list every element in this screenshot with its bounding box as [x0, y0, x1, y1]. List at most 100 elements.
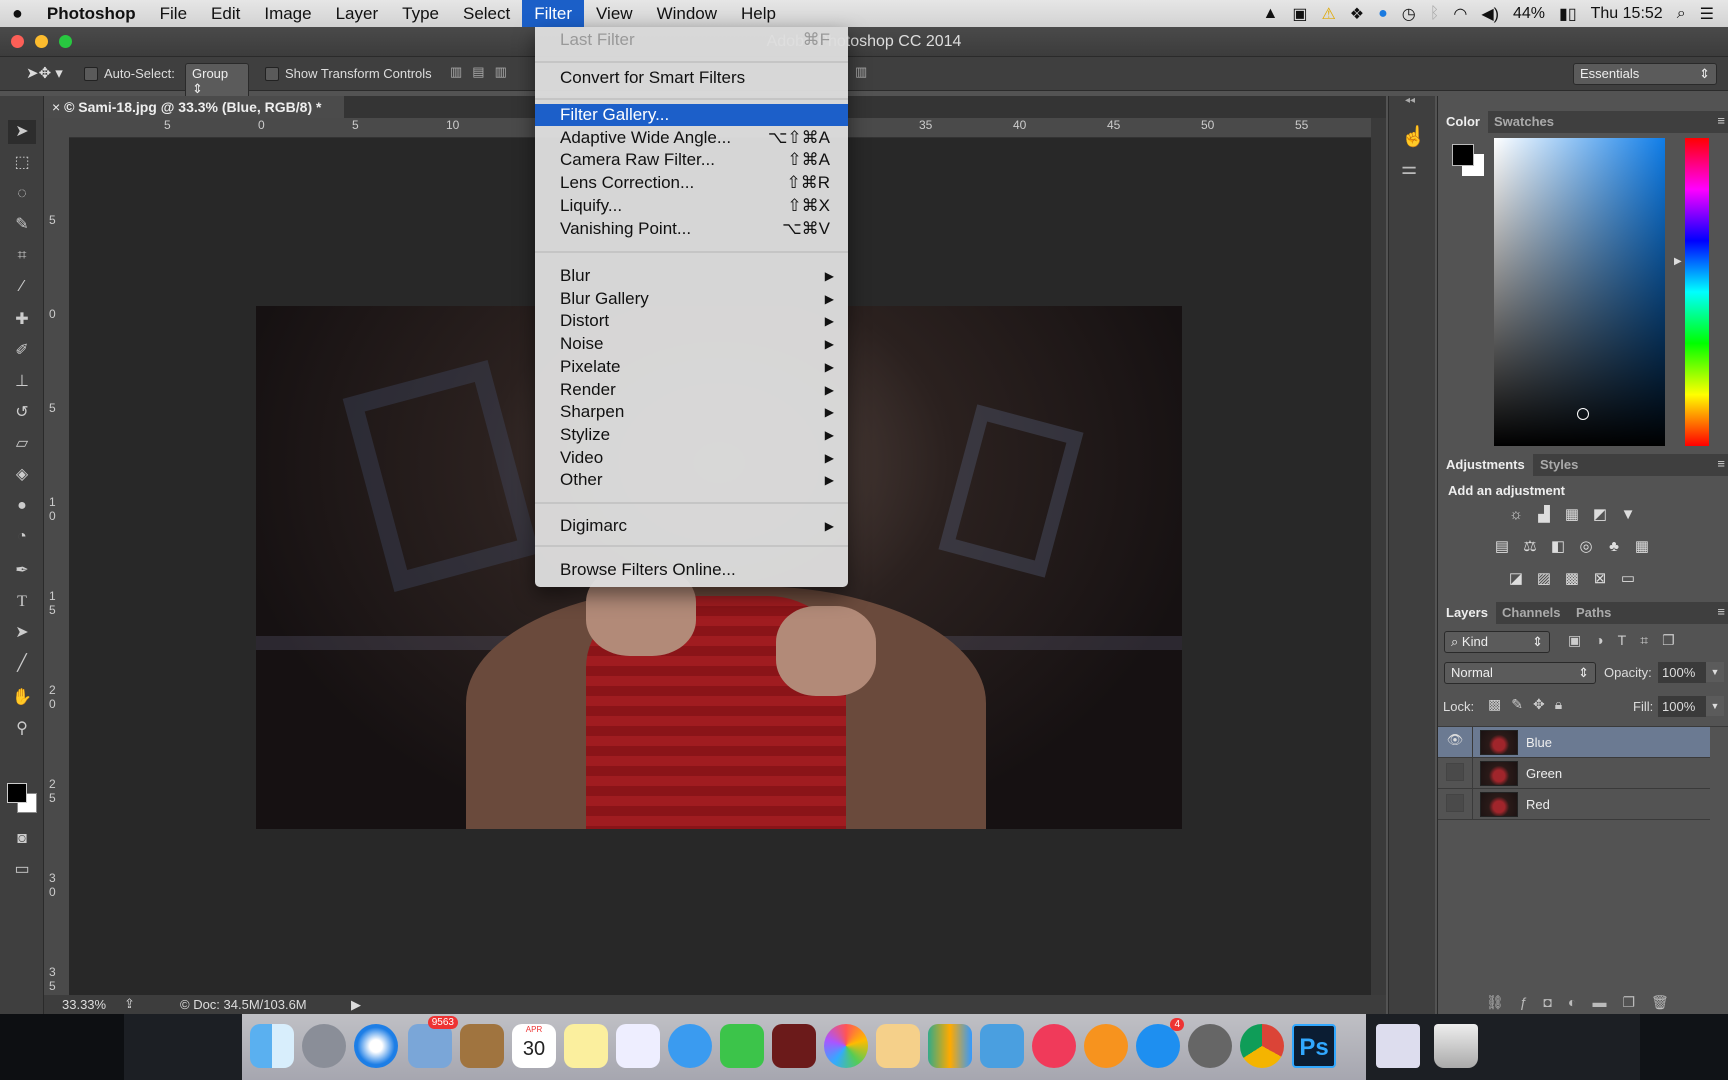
auto-select-dropdown[interactable]: Group ⇕ — [185, 63, 249, 100]
pages-icon[interactable] — [876, 1024, 920, 1068]
menu-item-convert-smart-filters[interactable]: Convert for Smart Filters — [535, 67, 848, 89]
tab-swatches[interactable]: Swatches — [1486, 111, 1562, 133]
stamp-tool-icon[interactable]: ⊥ — [8, 370, 36, 394]
panel-menu-icon[interactable]: ≡ — [1717, 113, 1725, 128]
collapse-panels-icon[interactable]: ◂◂ — [1405, 95, 1415, 106]
menu-edit[interactable]: Edit — [199, 0, 252, 27]
layer-row[interactable]: Green — [1438, 758, 1710, 789]
menu-type[interactable]: Type — [390, 0, 451, 27]
color-foreground-swatch[interactable] — [1452, 144, 1474, 166]
menu-item-liquify[interactable]: Liquify... ⇧⌘X — [535, 195, 848, 217]
blend-mode-dropdown[interactable]: Normal ⇕ — [1444, 662, 1596, 684]
hue-saturation-icon[interactable]: ▤ — [1492, 538, 1512, 556]
healing-tool-icon[interactable]: ✚ — [8, 308, 36, 332]
safari-icon[interactable] — [354, 1024, 398, 1068]
menu-item-render[interactable]: Render ▶ — [535, 379, 848, 401]
history-brush-tool-icon[interactable]: ↺ — [8, 401, 36, 425]
menu-item-pixelate[interactable]: Pixelate ▶ — [535, 356, 848, 378]
align-icons[interactable]: ▥▤▥ — [450, 64, 517, 80]
black-white-icon[interactable]: ◧ — [1548, 538, 1568, 556]
document-tab[interactable]: × © Sami-18.jpg @ 33.3% (Blue, RGB/8) * — [44, 96, 344, 118]
type-tool-icon[interactable]: T — [8, 590, 36, 614]
battery-icon[interactable]: ▮▯ — [1559, 4, 1577, 24]
visibility-toggle[interactable] — [1446, 794, 1464, 812]
wifi-icon[interactable]: ◠ — [1453, 4, 1467, 24]
pen-tool-icon[interactable]: ✒ — [8, 559, 36, 583]
canvas-scrollbar[interactable] — [1371, 118, 1386, 996]
color-picker-field[interactable] — [1494, 138, 1665, 446]
menu-item-stylize[interactable]: Stylize ▶ — [535, 424, 848, 446]
lasso-tool-icon[interactable]: ◌ — [8, 182, 36, 206]
line-tool-icon[interactable]: ╱ — [8, 652, 36, 676]
menu-file[interactable]: File — [148, 0, 199, 27]
numbers-icon[interactable] — [928, 1024, 972, 1068]
posterize-icon[interactable]: ▨ — [1534, 570, 1554, 588]
lock-icons[interactable]: ▩✎✥🔒︎ — [1488, 696, 1572, 713]
menu-item-digimarc[interactable]: Digimarc ▶ — [535, 515, 848, 537]
photo-booth-icon[interactable] — [772, 1024, 816, 1068]
tab-color[interactable]: Color — [1438, 111, 1488, 133]
brush-tool-icon[interactable]: ✐ — [8, 339, 36, 363]
layer-row[interactable]: 👁︎ Blue — [1438, 727, 1710, 758]
layer-footer-icons[interactable]: ⛓ƒ◘◐▬❐🗑︎ — [1486, 994, 1685, 1011]
menu-select[interactable]: Select — [451, 0, 522, 27]
menu-filter[interactable]: Filter — [522, 0, 585, 27]
menu-image[interactable]: Image — [252, 0, 323, 27]
launchpad-icon[interactable] — [302, 1024, 346, 1068]
menu-item-browse-filters-online[interactable]: Browse Filters Online... — [535, 559, 848, 581]
history-panel-icon[interactable]: ☝ — [1401, 124, 1426, 149]
marquee-tool-icon[interactable]: ⬚ — [8, 151, 36, 175]
menu-help[interactable]: Help — [729, 0, 788, 27]
bluetooth-icon[interactable]: ᛒ — [1430, 5, 1440, 23]
menu-app[interactable]: Photoshop — [35, 0, 148, 27]
keynote-icon[interactable] — [980, 1024, 1024, 1068]
quick-mask-icon[interactable]: ◙ — [8, 827, 36, 851]
blur-tool-icon[interactable]: ● — [8, 494, 36, 518]
menu-item-distort[interactable]: Distort ▶ — [535, 310, 848, 332]
gradient-map-icon[interactable]: ▭ — [1618, 570, 1638, 588]
menu-item-blur[interactable]: Blur ▶ — [535, 265, 848, 287]
distribute-icon[interactable]: ▥ — [855, 64, 867, 80]
zoom-tool-icon[interactable]: ⚲ — [8, 717, 36, 741]
auto-select-checkbox[interactable] — [84, 67, 98, 81]
opacity-field[interactable]: 100% — [1658, 662, 1706, 683]
path-select-tool-icon[interactable]: ➤ — [8, 621, 36, 645]
zoom-level[interactable]: 33.33% — [62, 997, 106, 1012]
color-picker-cursor[interactable] — [1577, 408, 1589, 420]
notes-icon[interactable] — [564, 1024, 608, 1068]
menu-item-blur-gallery[interactable]: Blur Gallery ▶ — [535, 288, 848, 310]
dropbox-icon[interactable]: ❖ — [1350, 4, 1364, 24]
spotlight-icon[interactable]: ⌕ — [1677, 5, 1686, 23]
layer-filter-dropdown[interactable]: ⌕ Kind ⇕ — [1444, 631, 1550, 653]
photo-filter-icon[interactable]: ◎ — [1576, 538, 1596, 556]
visibility-toggle[interactable] — [1446, 763, 1464, 781]
menu-item-lens-correction[interactable]: Lens Correction... ⇧⌘R — [535, 172, 848, 194]
panel-menu-icon[interactable]: ≡ — [1717, 604, 1725, 619]
quick-select-tool-icon[interactable]: ✎ — [8, 213, 36, 237]
exposure-icon[interactable]: ◩ — [1590, 506, 1610, 524]
tab-layers[interactable]: Layers — [1438, 602, 1496, 624]
move-tool-icon[interactable]: ➤ — [8, 120, 36, 144]
invert-icon[interactable]: ◪ — [1506, 570, 1526, 588]
menu-item-sharpen[interactable]: Sharpen ▶ — [535, 401, 848, 423]
time-machine-icon[interactable]: ◷ — [1402, 4, 1416, 24]
shazam-icon[interactable]: ● — [1378, 5, 1388, 23]
selective-color-icon[interactable]: ⊠ — [1590, 570, 1610, 588]
fill-dropdown-icon[interactable]: ▼ — [1706, 696, 1724, 716]
threshold-icon[interactable]: ▩ — [1562, 570, 1582, 588]
levels-icon[interactable]: ▟ — [1534, 506, 1554, 524]
trash-icon[interactable] — [1434, 1024, 1478, 1068]
eraser-tool-icon[interactable]: ▱ — [8, 432, 36, 456]
color-lookup-icon[interactable]: ▦ — [1632, 538, 1652, 556]
share-icon[interactable]: ⇪ — [124, 996, 135, 1012]
close-window-button[interactable] — [11, 35, 24, 48]
clock[interactable]: Thu 15:52 — [1591, 5, 1663, 23]
menu-window[interactable]: Window — [645, 0, 729, 27]
menu-item-camera-raw-filter[interactable]: Camera Raw Filter... ⇧⌘A — [535, 149, 848, 171]
volume-icon[interactable]: ◀) — [1481, 4, 1499, 24]
color-balance-icon[interactable]: ⚖ — [1520, 538, 1540, 556]
google-drive-icon[interactable]: ▲ — [1262, 5, 1278, 23]
chrome-icon[interactable] — [1240, 1024, 1284, 1068]
itunes-icon[interactable] — [1032, 1024, 1076, 1068]
status-menu-arrow-icon[interactable]: ▶ — [351, 997, 361, 1013]
